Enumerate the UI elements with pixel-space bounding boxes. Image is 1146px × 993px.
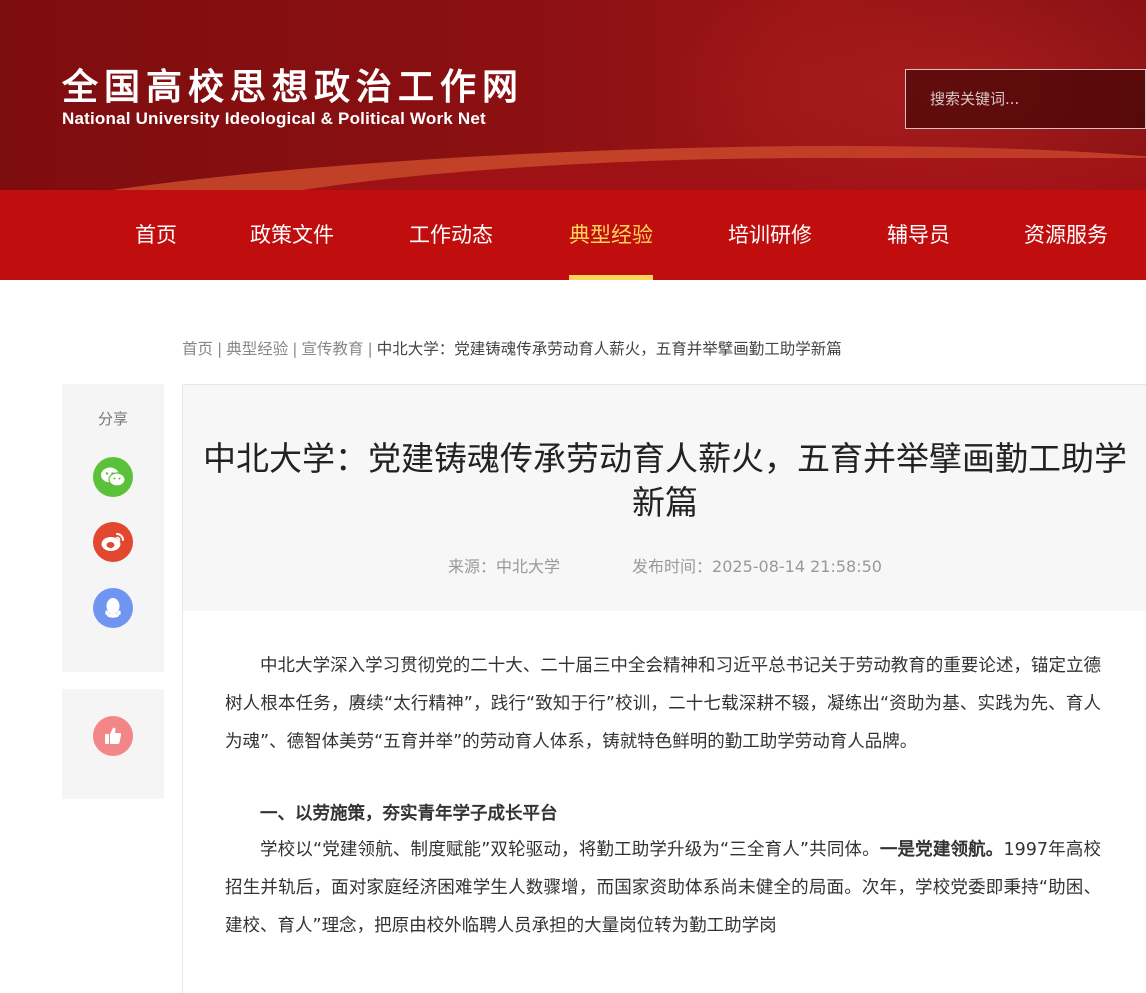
article-source: 来源：中北大学 [448, 557, 561, 576]
breadcrumb: 首页 | 典型经验 | 宣传教育 | 中北大学：党建铸魂传承劳动育人薪火，五育并举擘画勤工助… [182, 337, 842, 359]
nav-item-resources[interactable]: 资源服务 [1024, 190, 1108, 280]
breadcrumb-link-home[interactable]: 首页 [182, 340, 213, 358]
article-paragraph: 学校以“党建领航、制度赋能”双轮驱动，将勤工助学升级为“三全育人”共同体。一是党… [225, 831, 1101, 945]
search-box [905, 69, 1146, 129]
breadcrumb-link-publicity[interactable]: 宣传教育 [302, 340, 364, 358]
article-header: 中北大学：党建铸魂传承劳动育人薪火，五育并举擘画勤工助学新篇 来源：中北大学 发布… [183, 385, 1146, 611]
article-title: 中北大学：党建铸魂传承劳动育人薪火，五育并举擘画勤工助学新篇 [203, 439, 1127, 522]
logo-english: National University Ideological & Politi… [62, 109, 486, 128]
like-panel [62, 689, 164, 799]
article-container: 中北大学：党建铸魂传承劳动育人薪火，五育并举擘画勤工助学新篇 来源：中北大学 发布… [182, 384, 1146, 993]
weibo-icon[interactable] [93, 522, 133, 562]
article-published-time: 发布时间：2025-08-14 21:58:50 [632, 557, 882, 576]
weibo-icon-glyph [101, 533, 124, 551]
nav-item-policy[interactable]: 政策文件 [250, 190, 334, 280]
paragraph-text: 学校以“党建领航、制度赋能”双轮驱动，将勤工助学升级为“三全育人”共同体。 [260, 840, 880, 860]
thumbs-up-icon-glyph [105, 727, 122, 744]
section-heading: 一、以劳施策，夯实青年学子成长平台 [260, 804, 558, 824]
article-meta: 来源：中北大学 发布时间：2025-08-14 21:58:50 [183, 553, 1146, 577]
breadcrumb-link-experience[interactable]: 典型经验 [226, 340, 288, 358]
qq-icon-glyph [105, 598, 121, 618]
article-paragraph: 中北大学深入学习贯彻党的二十大、二十届三中全会精神和习近平总书记关于劳动教育的重… [225, 656, 1101, 752]
wechat-icon-glyph [101, 467, 126, 487]
breadcrumb-separator: | [217, 340, 223, 358]
site-header: 全国高校思想政治工作网 National University Ideologi… [0, 0, 1146, 190]
share-label: 分享 [97, 410, 128, 428]
breadcrumb-separator: | [292, 340, 298, 358]
nav-item-counselor[interactable]: 辅导员 [887, 190, 950, 280]
article-body: 中北大学深入学习贯彻党的二十大、二十届三中全会精神和习近平总书记关于劳动教育的重… [225, 647, 1101, 945]
nav-item-news[interactable]: 工作动态 [409, 190, 493, 280]
nav-item-experience[interactable]: 典型经验 [569, 190, 653, 280]
share-panel: 分享 [62, 384, 164, 672]
nav-item-home[interactable]: 首页 [135, 190, 177, 280]
breadcrumb-separator: | [367, 340, 373, 358]
site-logo[interactable]: 全国高校思想政治工作网 National University Ideologi… [62, 66, 524, 129]
paragraph-bold-text: 一是党建领航。 [879, 840, 1004, 860]
qq-icon[interactable] [93, 588, 133, 628]
breadcrumb-current: 中北大学：党建铸魂传承劳动育人薪火，五育并举擘画勤工助学新篇 [376, 340, 842, 358]
search-input[interactable] [930, 90, 1140, 108]
nav-item-training[interactable]: 培训研修 [728, 190, 812, 280]
thumbs-up-icon[interactable] [93, 716, 133, 756]
logo-chinese: 全国高校思想政治工作网 [62, 66, 525, 108]
main-nav: 首页 政策文件 工作动态 典型经验 培训研修 辅导员 资源服务 [0, 190, 1146, 280]
wechat-icon[interactable] [93, 457, 133, 497]
